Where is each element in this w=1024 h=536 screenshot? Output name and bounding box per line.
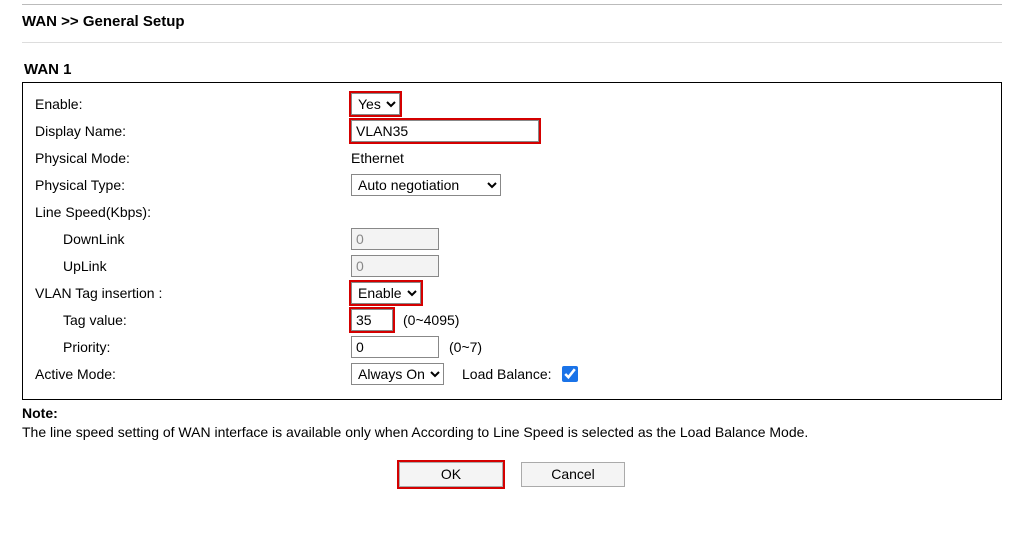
display-name-label: Display Name:: [35, 123, 351, 139]
uplink-label: UpLink: [35, 258, 351, 274]
note-text: The line speed setting of WAN interface …: [22, 424, 808, 440]
priority-input[interactable]: [351, 336, 439, 358]
downlink-label: DownLink: [35, 231, 351, 247]
physical-type-label: Physical Type:: [35, 177, 351, 193]
row-vlan-insertion: VLAN Tag insertion : Enable: [35, 281, 989, 305]
row-display-name: Display Name:: [35, 119, 989, 143]
row-uplink: UpLink: [35, 254, 989, 278]
tag-value-input[interactable]: [351, 309, 393, 331]
note-label: Note:: [22, 405, 58, 421]
priority-label: Priority:: [35, 339, 351, 355]
cancel-button[interactable]: Cancel: [521, 462, 625, 487]
physical-mode-label: Physical Mode:: [35, 150, 351, 166]
active-mode-select[interactable]: Always On: [351, 363, 444, 385]
load-balance-checkbox[interactable]: [562, 366, 578, 382]
enable-label: Enable:: [35, 96, 351, 112]
vlan-insertion-label: VLAN Tag insertion :: [35, 285, 351, 301]
row-physical-mode: Physical Mode: Ethernet: [35, 146, 989, 170]
top-divider: [22, 4, 1002, 5]
note-block: Note: The line speed setting of WAN inte…: [22, 404, 1002, 442]
row-line-speed: Line Speed(Kbps):: [35, 200, 989, 224]
title-divider: [22, 42, 1002, 43]
row-active-mode: Active Mode: Always On Load Balance:: [35, 362, 989, 386]
uplink-input: [351, 255, 439, 277]
display-name-input[interactable]: [351, 120, 539, 142]
tag-value-range: (0~4095): [403, 312, 459, 328]
row-downlink: DownLink: [35, 227, 989, 251]
row-tag-value: Tag value: (0~4095): [35, 308, 989, 332]
tag-value-label: Tag value:: [35, 312, 351, 328]
wan1-form-box: Enable: Yes Display Name: Physical Mode:…: [22, 82, 1002, 400]
load-balance-label: Load Balance:: [462, 366, 552, 382]
row-enable: Enable: Yes: [35, 92, 989, 116]
ok-button[interactable]: OK: [399, 462, 503, 487]
section-title: WAN 1: [22, 61, 1002, 78]
active-mode-label: Active Mode:: [35, 366, 351, 382]
page-title: WAN >> General Setup: [22, 7, 1002, 42]
line-speed-label: Line Speed(Kbps):: [35, 204, 351, 220]
physical-type-select[interactable]: Auto negotiation: [351, 174, 501, 196]
row-physical-type: Physical Type: Auto negotiation: [35, 173, 989, 197]
downlink-input: [351, 228, 439, 250]
vlan-insertion-select[interactable]: Enable: [351, 282, 421, 304]
physical-mode-value: Ethernet: [351, 150, 404, 166]
enable-select[interactable]: Yes: [351, 93, 400, 115]
priority-range: (0~7): [449, 339, 482, 355]
row-priority: Priority: (0~7): [35, 335, 989, 359]
button-row: OK Cancel: [22, 462, 1002, 487]
